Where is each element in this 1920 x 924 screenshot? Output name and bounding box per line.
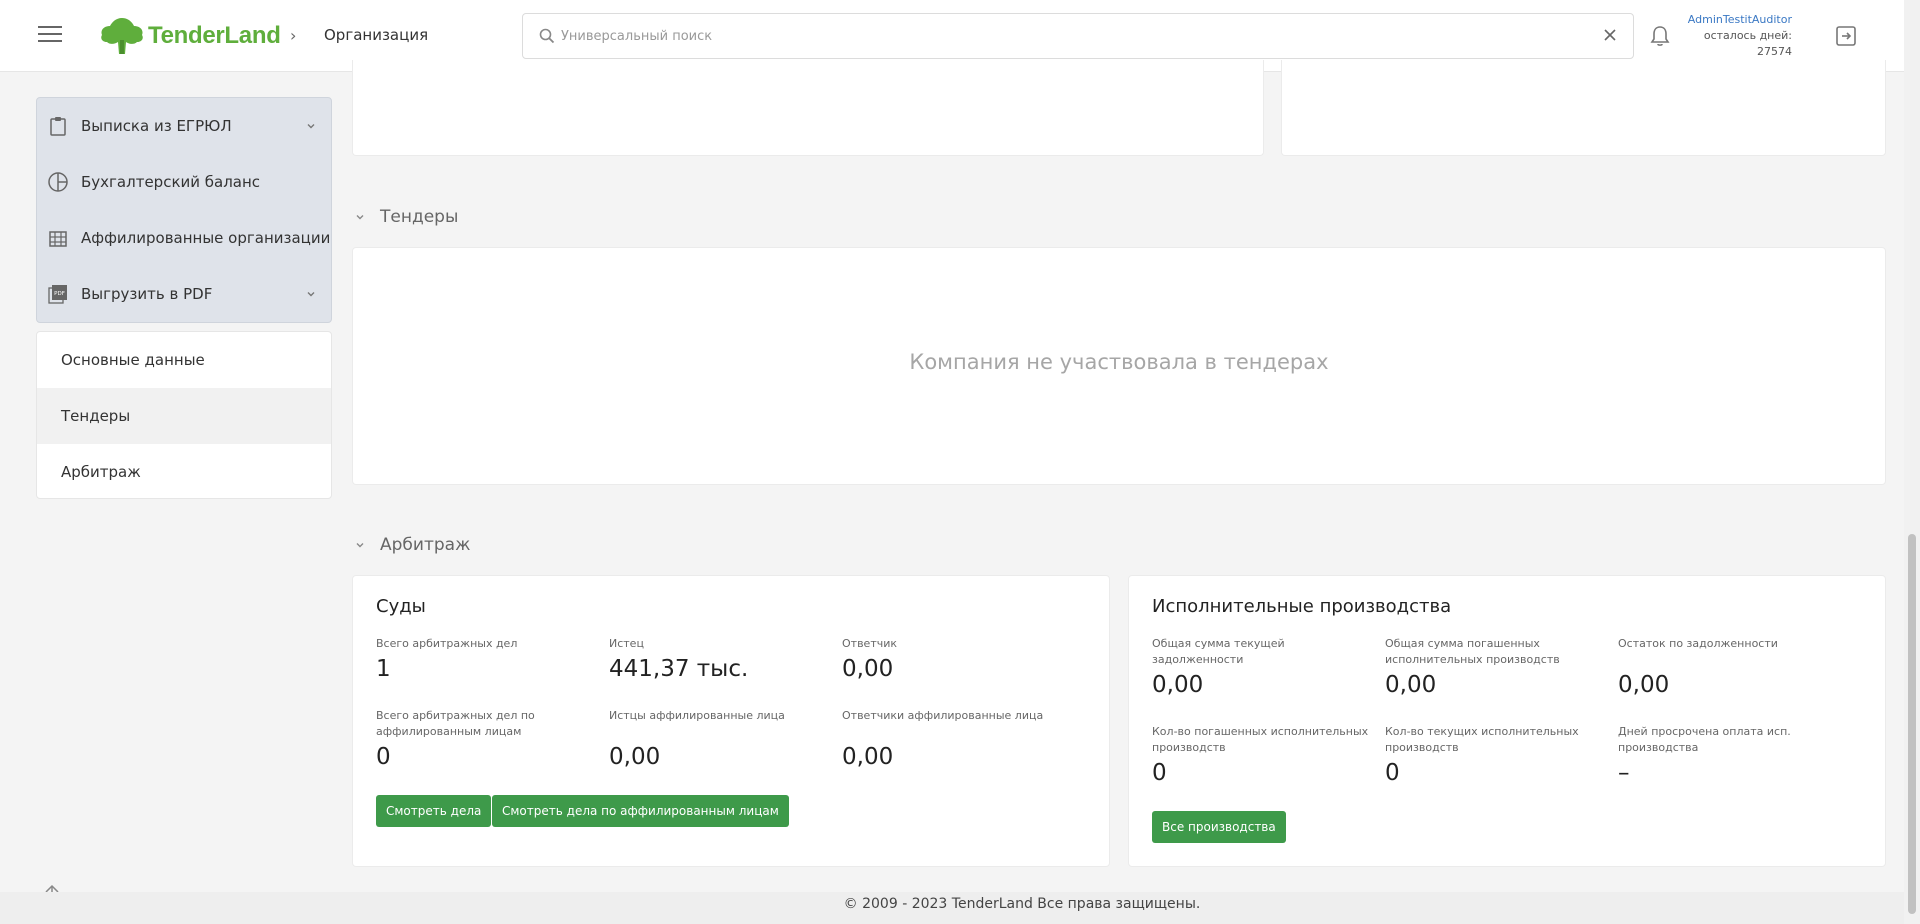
- metric-label: Общая сумма погашенных исполнительных пр…: [1385, 637, 1560, 666]
- metric-value: 0: [1385, 760, 1400, 786]
- metric-label: Истец: [609, 637, 644, 650]
- metric-value: 1: [376, 656, 391, 682]
- sidebar-action-egrul[interactable]: Выписка из ЕГРЮЛ: [37, 98, 331, 154]
- metric-value: 0: [376, 744, 391, 770]
- user-info[interactable]: AdminTestitAuditor осталось дней: 27574: [1688, 12, 1792, 60]
- metric-value: –: [1618, 760, 1630, 786]
- sidebar-item-main-data[interactable]: Основные данные: [37, 332, 331, 388]
- sidebar-action-label: Выписка из ЕГРЮЛ: [81, 117, 232, 135]
- sidebar-nav: Основные данные Тендеры Арбитраж: [36, 331, 332, 499]
- metric-label: Кол-во погашенных исполнительных произво…: [1152, 725, 1369, 754]
- metric-value: 0,00: [842, 656, 894, 682]
- courts-card: Суды Всего арбитражных дел 1 Истец 441,3…: [352, 575, 1110, 867]
- section-title: Арбитраж: [380, 535, 471, 555]
- search-box: [522, 13, 1634, 59]
- chevron-down-icon: [356, 215, 364, 220]
- metric-value: 441,37 тыс.: [609, 656, 749, 682]
- footer: © 2009 - 2023 TenderLand Все права защищ…: [0, 892, 1904, 924]
- metric-value: 0: [1152, 760, 1167, 786]
- clipboard-icon: [50, 117, 66, 136]
- section-arbitration-header[interactable]: Арбитраж: [354, 535, 470, 555]
- sidebar-action-label: Выгрузить в PDF: [81, 285, 213, 303]
- metric-label: Дней просрочена оплата исп. производства: [1618, 725, 1791, 754]
- tenders-empty-message: Компания не участвовала в тендерах: [909, 350, 1329, 374]
- user-name[interactable]: AdminTestitAuditor: [1688, 12, 1792, 28]
- info-card-left: [352, 60, 1264, 156]
- metric-value: 0,00: [609, 744, 661, 770]
- search-input[interactable]: [561, 24, 1561, 48]
- sidebar-item-tenders[interactable]: Тендеры: [37, 388, 331, 444]
- view-affiliated-cases-button[interactable]: Смотреть дела по аффилированным лицам: [492, 795, 789, 827]
- footer-copyright: © 2009 - 2023 TenderLand Все права защищ…: [843, 896, 1201, 912]
- sidebar-actions: Выписка из ЕГРЮЛ Бухгалтерский баланс Аф…: [36, 97, 332, 323]
- chevron-down-icon: [356, 543, 364, 548]
- section-tenders-header[interactable]: Тендеры: [354, 207, 458, 227]
- sidebar-action-label: Бухгалтерский баланс: [81, 173, 261, 191]
- breadcrumb-chevron-icon: ›: [290, 26, 297, 45]
- metric-label: Ответчики аффилированные лица: [842, 709, 1044, 722]
- user-days-label: осталось дней:: [1703, 29, 1792, 42]
- metric-value: 0,00: [1152, 672, 1204, 698]
- tree-logo-icon: [101, 18, 143, 54]
- courts-title: Суды: [376, 596, 426, 617]
- building-icon: [49, 231, 67, 247]
- logout-icon[interactable]: [1834, 24, 1858, 48]
- breadcrumb: Организация: [324, 26, 429, 44]
- bell-icon[interactable]: [1648, 24, 1672, 48]
- tenders-card: Компания не участвовала в тендерах: [352, 247, 1886, 485]
- metric-label: Истцы аффилированные лица: [609, 709, 785, 722]
- enforcement-card: Исполнительные производства Общая сумма …: [1128, 575, 1886, 867]
- svg-text:PDF: PDF: [54, 291, 65, 297]
- metric-label: Ответчик: [842, 637, 898, 650]
- chevron-down-icon[interactable]: [305, 288, 317, 300]
- section-title: Тендеры: [380, 207, 459, 227]
- enforcement-title: Исполнительные производства: [1152, 596, 1452, 617]
- metric-value: 0,00: [842, 744, 894, 770]
- metric-value: 0,00: [1385, 672, 1437, 698]
- metric-label: Всего арбитражных дел по аффилированным …: [376, 709, 535, 738]
- view-cases-button[interactable]: Смотреть дела: [376, 795, 492, 827]
- metric-label: Всего арбитражных дел: [376, 637, 518, 650]
- metric-label: Общая сумма текущей задолженности: [1152, 637, 1285, 666]
- user-days-value: 27574: [1757, 45, 1792, 58]
- sidebar-action-affiliated[interactable]: Аффилированные организации: [37, 210, 331, 266]
- chevron-down-icon[interactable]: [305, 120, 317, 132]
- metric-label: Кол-во текущих исполнительных производст…: [1385, 725, 1579, 754]
- sidebar-action-balance[interactable]: Бухгалтерский баланс: [37, 154, 331, 210]
- menu-icon[interactable]: [38, 26, 62, 46]
- pdf-icon: PDF: [48, 285, 67, 304]
- metric-value: 0,00: [1618, 672, 1670, 698]
- search-icon: [539, 28, 555, 44]
- pie-chart-icon: [48, 172, 68, 192]
- scrollbar-thumb[interactable]: [1908, 534, 1916, 914]
- sidebar-action-pdf[interactable]: PDF Выгрузить в PDF: [37, 266, 331, 322]
- info-card-right: [1281, 60, 1886, 156]
- scrollbar[interactable]: [1904, 0, 1920, 924]
- sidebar-action-label: Аффилированные организации: [81, 229, 331, 247]
- logo-text: TenderLand: [148, 22, 281, 49]
- logo[interactable]: TenderLand: [98, 14, 281, 58]
- sidebar-item-arbitration[interactable]: Арбитраж: [37, 444, 331, 500]
- all-enforcements-button[interactable]: Все производства: [1152, 811, 1286, 843]
- metric-label: Остаток по задолженности: [1618, 637, 1778, 650]
- close-icon[interactable]: [1601, 26, 1619, 44]
